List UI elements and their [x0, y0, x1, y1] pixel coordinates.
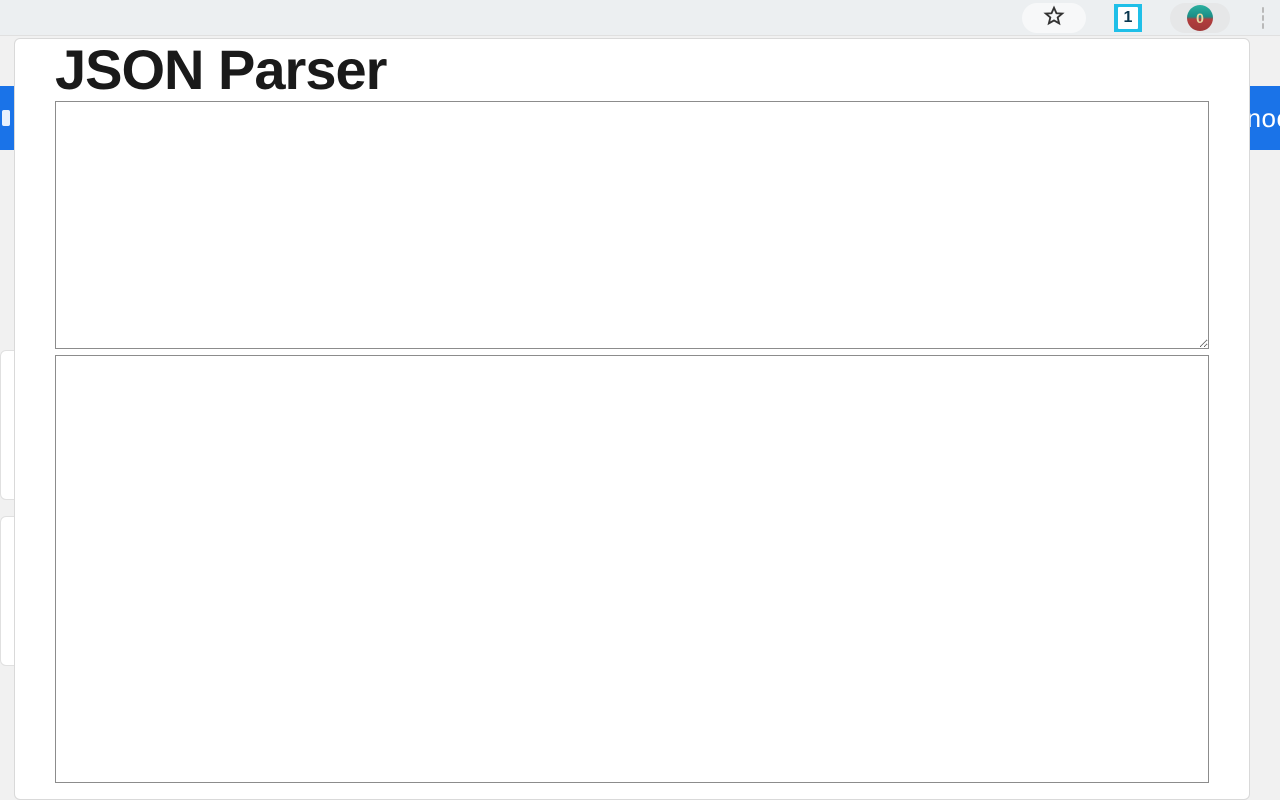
profile-avatar-button[interactable]: 0 — [1170, 3, 1230, 33]
browser-toolbar: 1 0 — [0, 0, 1280, 36]
toolbar-right-group: 1 0 — [1022, 3, 1270, 33]
star-icon — [1043, 5, 1065, 32]
extension-button[interactable]: 1 — [1114, 4, 1142, 32]
banner-right-text: noc — [1247, 86, 1280, 150]
browser-menu-button[interactable] — [1262, 6, 1266, 30]
json-parser-popup: JSON Parser — [14, 38, 1250, 800]
extension-badge: 1 — [1118, 7, 1138, 29]
avatar-icon: 0 — [1187, 5, 1213, 31]
json-output — [55, 355, 1209, 783]
banner-left-fragment — [2, 110, 10, 126]
avatar-initial: 0 — [1196, 10, 1204, 26]
page-title: JSON Parser — [55, 39, 1209, 101]
json-input[interactable] — [55, 101, 1209, 349]
bookmark-star-button[interactable] — [1022, 3, 1086, 33]
